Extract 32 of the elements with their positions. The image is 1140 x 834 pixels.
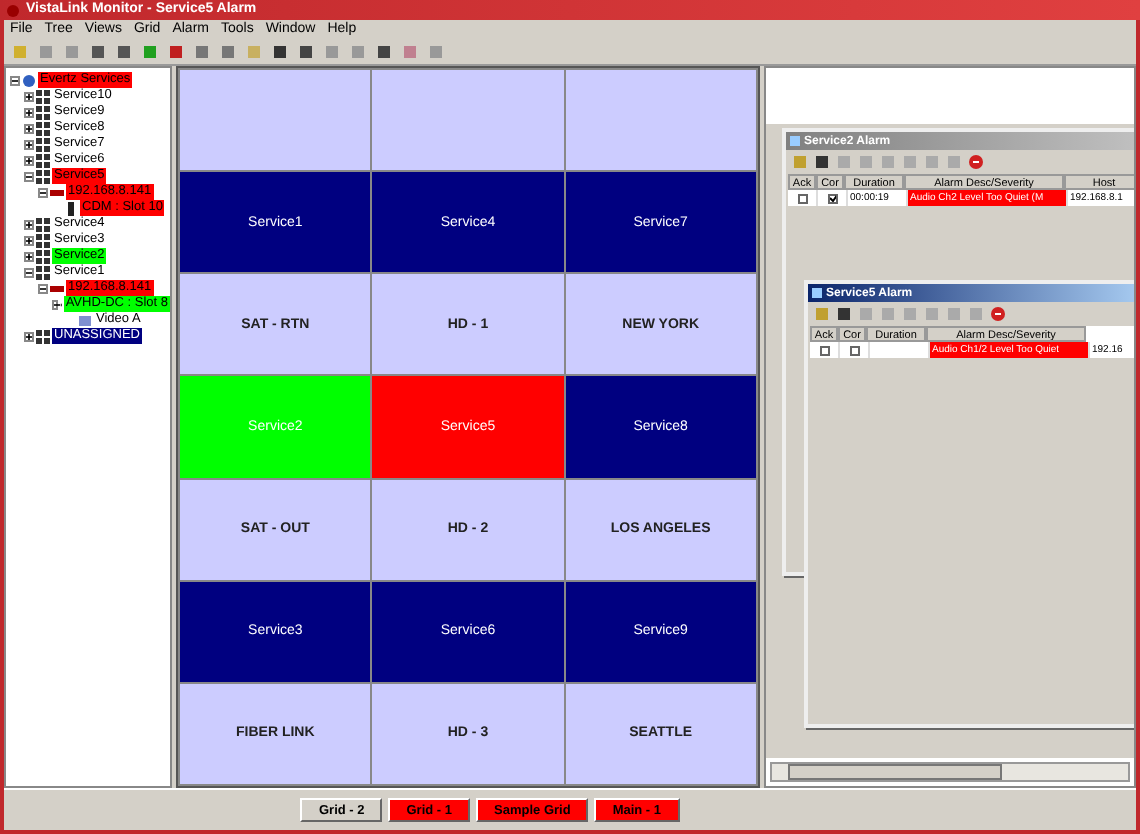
checkbox[interactable] (827, 193, 837, 203)
expand-toggle-icon[interactable] (24, 171, 34, 181)
globe-icon (22, 73, 36, 87)
card-icon (64, 201, 78, 215)
expand-toggle-icon[interactable] (24, 155, 34, 165)
horizontal-scrollbar[interactable] (770, 762, 1130, 782)
expand-toggle-icon[interactable] (38, 283, 48, 293)
monitor-icon (78, 313, 92, 327)
expand-toggle-icon[interactable] (24, 331, 34, 341)
app-icon (6, 3, 20, 17)
service-icon (36, 329, 50, 343)
close-icon[interactable] (968, 154, 984, 170)
expand-toggle-icon[interactable] (10, 75, 20, 85)
expand-toggle-icon[interactable] (24, 219, 34, 229)
checkbox[interactable] (849, 345, 859, 355)
expand-toggle-icon[interactable] (24, 235, 34, 245)
expand-toggle-icon[interactable] (24, 91, 34, 101)
expand-toggle-icon[interactable] (24, 123, 34, 133)
checkbox[interactable] (797, 193, 807, 203)
expand-toggle-icon[interactable] (38, 187, 48, 197)
expand-toggle-icon[interactable] (52, 299, 58, 309)
expand-toggle-icon[interactable] (24, 267, 34, 277)
close-icon[interactable] (990, 306, 1006, 322)
location-tile[interactable] (372, 70, 564, 171)
expand-toggle-icon[interactable] (24, 251, 34, 261)
checkbox[interactable] (819, 345, 829, 355)
expand-toggle-icon[interactable] (24, 139, 34, 149)
expand-toggle-icon[interactable] (24, 107, 34, 117)
location-tile[interactable] (180, 70, 371, 171)
location-tile[interactable] (565, 70, 756, 171)
device-icon (50, 185, 64, 199)
device-icon (50, 281, 64, 295)
